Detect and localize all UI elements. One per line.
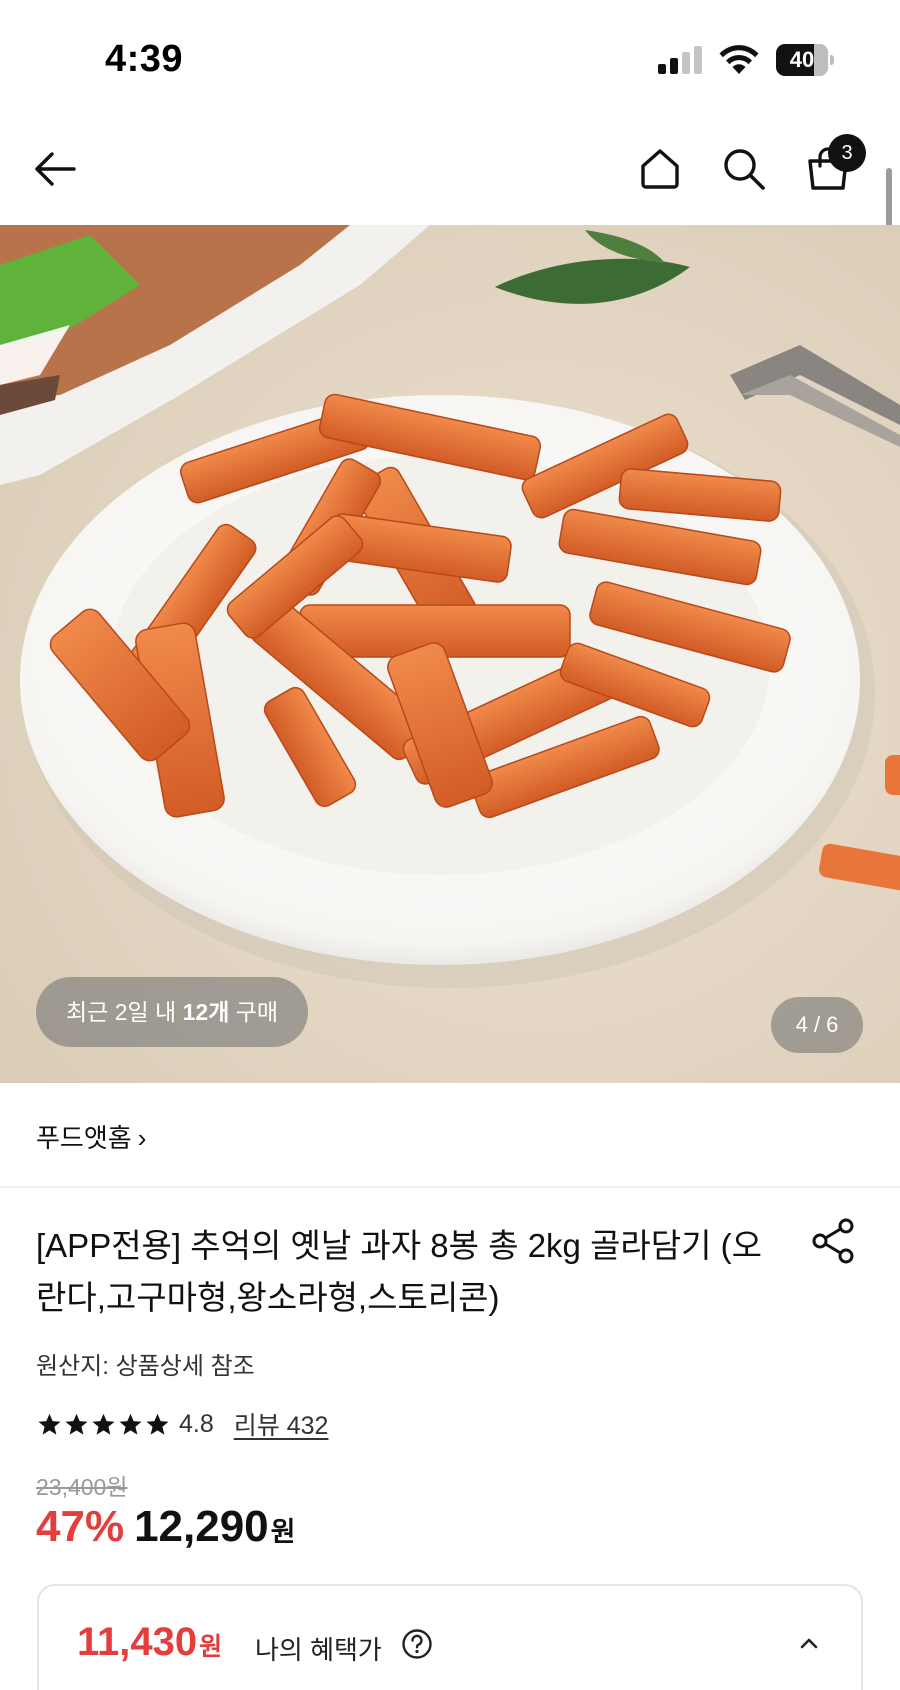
review-link[interactable]: 리뷰 432 <box>234 1406 329 1442</box>
rating-row: 4.8 리뷰 432 <box>36 1406 328 1442</box>
back-arrow-icon <box>35 152 76 186</box>
benefit-price: 11,430원 <box>77 1620 222 1665</box>
star-icon <box>38 1413 61 1435</box>
star-rating <box>36 1411 171 1438</box>
search-icon <box>724 149 765 190</box>
star-icon <box>146 1413 169 1435</box>
rating-value: 4.8 <box>179 1409 214 1438</box>
product-image-carousel[interactable]: 최근 2일 내 12개 구매 4 / 6 <box>0 225 900 1083</box>
wifi-icon <box>719 45 759 74</box>
sale-price: 12,290 <box>134 1502 269 1551</box>
battery-icon: 40 <box>776 44 834 76</box>
price-row: 47% 12,290 원 <box>36 1502 296 1552</box>
original-price: 23,400원 <box>36 1474 128 1500</box>
signal-icon <box>658 46 704 74</box>
benefit-price-value: 11,430 <box>77 1620 198 1664</box>
search-button[interactable] <box>712 137 776 201</box>
product-photo <box>0 225 900 1083</box>
section-divider <box>0 1186 900 1188</box>
recent-purchase-prefix: 최근 2일 내 <box>66 999 183 1025</box>
benefit-price-currency: 원 <box>199 1633 223 1661</box>
nav-bar <box>0 115 900 225</box>
image-page-indicator: 4 / 6 <box>771 997 863 1053</box>
home-icon <box>641 149 679 189</box>
status-time: 4:39 <box>105 38 184 80</box>
battery-level: 40 <box>789 47 815 72</box>
seller-name: 푸드앳홈 <box>36 1123 132 1153</box>
share-icon[interactable] <box>808 1216 858 1266</box>
recent-purchase-count: 12개 <box>182 999 230 1025</box>
cart-count-badge: 3 <box>828 134 866 172</box>
chevron-up-icon[interactable] <box>795 1630 823 1658</box>
benefit-label: 나의 혜택가 <box>255 1635 382 1665</box>
home-button[interactable] <box>628 137 692 201</box>
recent-purchase-badge: 최근 2일 내 12개 구매 <box>36 977 309 1047</box>
my-benefit-price-panel[interactable]: 11,430원 나의 혜택가 <box>37 1584 863 1690</box>
chevron-right-icon: › <box>137 1123 147 1153</box>
star-icon <box>92 1413 115 1435</box>
seller-link[interactable]: 푸드앳홈 › <box>36 1118 146 1155</box>
product-title: [APP전용] 추억의 옛날 과자 8봉 총 2kg 골라담기 (오란다,고구마… <box>36 1227 763 1316</box>
star-icon <box>119 1413 142 1435</box>
price-currency: 원 <box>270 1517 296 1547</box>
back-button[interactable] <box>23 137 87 201</box>
origin-info: 원산지: 상품상세 참조 <box>36 1353 255 1380</box>
discount-rate: 47% <box>36 1502 125 1551</box>
recent-purchase-suffix: 구매 <box>229 999 279 1025</box>
help-icon[interactable] <box>401 1628 433 1660</box>
status-bar: 4:39 40 <box>0 0 900 115</box>
star-icon <box>65 1413 88 1435</box>
